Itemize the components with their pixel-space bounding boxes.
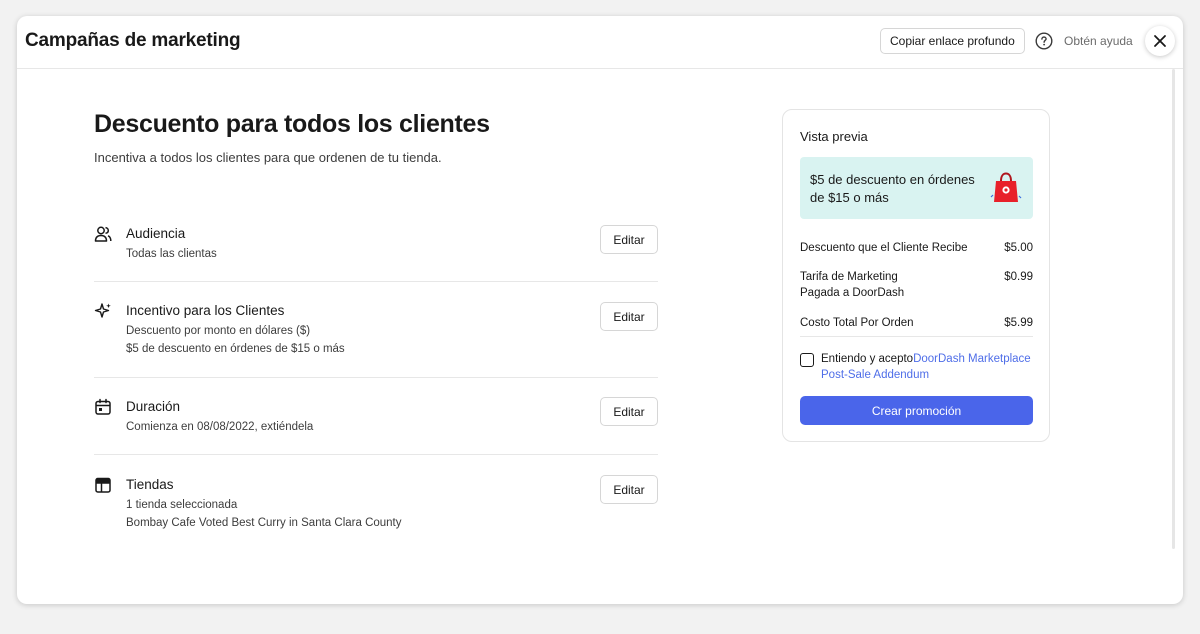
users-icon: [94, 226, 112, 242]
modal-title: Campañas de marketing: [25, 30, 241, 51]
section-title: Tiendas: [126, 477, 174, 492]
section-detail: Bombay Cafe Voted Best Curry in Santa Cl…: [126, 517, 402, 529]
section-duration: Duración Comienza en 08/08/2022, extiénd…: [94, 397, 658, 455]
modal-header: Campañas de marketing Copiar enlace prof…: [17, 16, 1183, 69]
fee-label: Costo Total Por Orden: [800, 317, 914, 329]
campaign-modal: Campañas de marketing Copiar enlace prof…: [17, 16, 1183, 604]
fee-label: Tarifa de Marketing Pagada a DoorDash: [800, 271, 905, 299]
section-audience: Audiencia Todas las clientas Editar: [94, 225, 658, 282]
preview-title: Vista previa: [800, 129, 868, 144]
section-detail: $5 de descuento en órdenes de $15 o más: [126, 343, 345, 355]
fee-row-total-cost: Costo Total Por Orden $5.99: [800, 315, 1033, 331]
agree-label: Entiendo y acepto: [821, 353, 914, 365]
fee-value: $5.00: [1004, 242, 1033, 254]
fee-row-marketing-fee: Tarifa de Marketing Pagada a DoorDash $0…: [800, 269, 1033, 301]
section-detail: 1 tienda seleccionada: [126, 499, 238, 511]
section-title: Duración: [126, 399, 181, 414]
section-title: Audiencia: [126, 226, 186, 241]
help-link[interactable]: Obtén ayuda: [1064, 34, 1133, 48]
edit-duration-button[interactable]: Editar: [600, 397, 658, 426]
close-button[interactable]: [1145, 26, 1175, 56]
preview-card: Vista previa $5 de descuento en órdenes …: [782, 109, 1050, 442]
calendar-icon: [95, 398, 111, 415]
section-detail: Todas las clientas: [126, 248, 217, 260]
agree-text: Entiendo y aceptoDoorDash Marketplace Po…: [821, 351, 1036, 383]
copy-deep-link-button[interactable]: Copiar enlace profundo: [880, 28, 1025, 54]
page-subtitle: Incentiva a todos los clientes para que …: [94, 150, 442, 165]
section-incentive: Incentivo para los Clientes Descuento po…: [94, 302, 658, 378]
fee-value: $5.99: [1004, 317, 1033, 329]
edit-audience-button[interactable]: Editar: [600, 225, 658, 254]
section-title: Incentivo para los Clientes: [126, 303, 285, 318]
sparkle-icon: [94, 303, 111, 318]
section-detail: Comienza en 08/08/2022, extiéndela: [126, 421, 314, 433]
scrollbar[interactable]: [1172, 69, 1175, 549]
close-icon: [1154, 35, 1166, 47]
promo-banner: $5 de descuento en órdenes de $15 o más: [800, 157, 1033, 219]
create-promotion-button[interactable]: Crear promoción: [800, 396, 1033, 425]
shopping-bag-icon: [990, 172, 1022, 202]
help-icon[interactable]: [1035, 32, 1053, 50]
page-title: Descuento para todos los clientes: [94, 110, 490, 138]
store-icon: [95, 477, 111, 493]
fee-value: $0.99: [1004, 271, 1033, 283]
fee-label: Descuento que el Cliente Recibe: [800, 242, 968, 254]
fee-row-customer-discount: Descuento que el Cliente Recibe $5.00: [800, 240, 1033, 256]
section-detail: Descuento por monto en dólares ($): [126, 325, 311, 337]
edit-stores-button[interactable]: Editar: [600, 475, 658, 504]
agree-checkbox[interactable]: [800, 353, 814, 367]
section-stores: Tiendas 1 tienda seleccionada Bombay Caf…: [94, 475, 658, 536]
edit-incentive-button[interactable]: Editar: [600, 302, 658, 331]
promo-text: $5 de descuento en órdenes de $15 o más: [810, 172, 975, 205]
preview-divider: [800, 336, 1033, 337]
